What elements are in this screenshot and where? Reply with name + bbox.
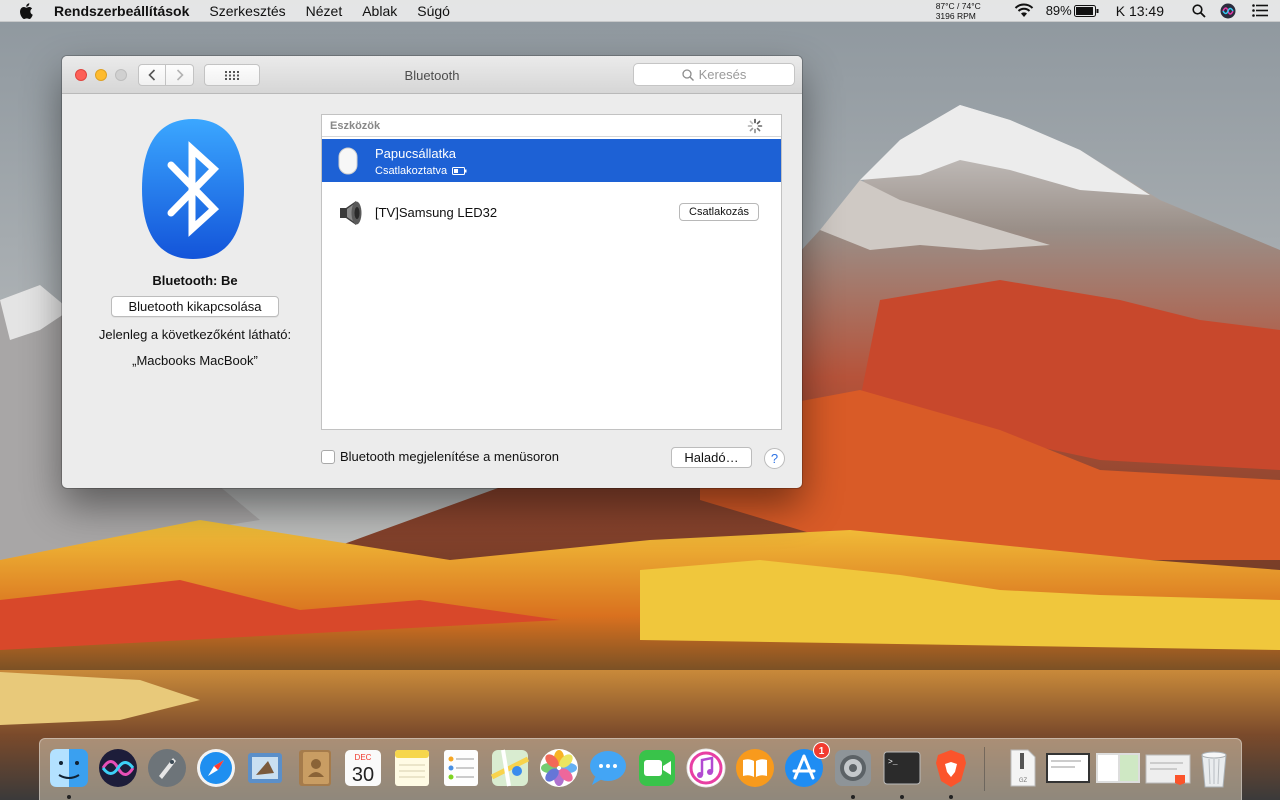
bluetooth-status: Bluetooth: Be [152,273,238,288]
advanced-button[interactable]: Haladó… [671,447,752,468]
speaker-icon [340,201,362,225]
dock: DEC 30 1 >_ GZ [39,738,1242,800]
calendar-month: DEC [355,753,372,762]
bluetooth-preferences-window: Bluetooth Keresés Bluetooth: Be Bluetoot… [62,56,802,488]
search-icon [681,68,694,81]
computer-name: „Macbooks MacBook” [132,353,258,368]
calendar-icon[interactable]: DEC 30 [342,747,384,789]
mouse-icon [338,147,358,175]
devices-header-label: Eszközök [330,120,381,132]
bluetooth-logo-icon [142,119,244,259]
menu-bar: Rendszerbeállítások Szerkesztés Nézet Ab… [0,0,1280,22]
maps-icon[interactable] [489,747,531,789]
device-status-text: Csatlakoztatva [375,165,448,177]
cpu-stats[interactable]: 87°C / 74°C 3196 RPM [936,1,1002,21]
notification-badge: 1 [813,742,830,759]
spotlight-icon[interactable] [1182,0,1216,22]
show-in-menubar-checkbox[interactable] [321,449,335,464]
running-indicator [851,795,855,799]
dock-separator [984,747,985,791]
trash-icon[interactable] [1193,747,1235,789]
search-placeholder: Keresés [698,67,747,82]
visible-as-label: Jelenleg a következőként látható: [98,327,292,342]
devices-list[interactable]: Eszközök Papucsállatka Csatlakoztatva [T… [321,114,782,430]
device-row-selected[interactable]: Papucsállatka Csatlakoztatva [322,139,781,182]
svg-text:GZ: GZ [1019,778,1028,784]
apple-menu-icon[interactable] [0,0,52,22]
title-bar[interactable]: Bluetooth Keresés [62,56,802,94]
svg-text:>_: >_ [888,758,898,767]
ibooks-icon[interactable] [734,747,776,789]
contacts-icon[interactable] [293,747,335,789]
cpu-temps: 87°C / 74°C [935,0,981,11]
help-button[interactable]: ? [764,448,785,469]
window-thumbnail-icon[interactable] [1145,747,1191,789]
loading-spinner-icon [747,118,763,134]
safari-icon[interactable] [195,747,237,789]
battery-icon [452,167,467,175]
show-in-menubar-label: Bluetooth megjelenítése a menüsoron [340,449,559,464]
launchpad-icon[interactable] [146,747,188,789]
messages-icon[interactable] [587,747,629,789]
search-input[interactable]: Keresés [633,63,795,86]
fan-speed: 3196 RPM [935,10,976,21]
running-indicator [949,795,953,799]
window-thumbnail-icon[interactable] [1095,747,1141,789]
reminders-icon[interactable] [440,747,482,789]
running-indicator [67,795,71,799]
brave-icon[interactable] [930,747,972,789]
menu-view[interactable]: Nézet [296,0,353,22]
photos-icon[interactable] [538,747,580,789]
finder-icon[interactable] [48,747,90,789]
menu-app-name[interactable]: Rendszerbeállítások [52,0,199,22]
battery-icon[interactable] [1072,0,1102,22]
app-store-icon[interactable]: 1 [783,742,830,789]
device-row[interactable]: [TV]Samsung LED32 Csatlakozás [322,191,781,235]
system-preferences-icon[interactable] [832,747,874,789]
battery-percent[interactable]: 89% [1046,3,1072,18]
running-indicator [900,795,904,799]
devices-header: Eszközök [322,115,781,137]
archive-icon[interactable]: GZ [1001,747,1043,789]
device-name: [TV]Samsung LED32 [375,205,498,220]
window-thumbnail-icon[interactable] [1045,747,1091,789]
menu-edit[interactable]: Szerkesztés [199,0,295,22]
device-name: Papucsállatka [375,146,456,161]
calendar-day: 30 [352,764,374,786]
itunes-icon[interactable] [685,747,727,789]
bluetooth-toggle-button[interactable]: Bluetooth kikapcsolása [111,296,279,317]
terminal-icon[interactable]: >_ [881,747,923,789]
notes-icon[interactable] [391,747,433,789]
facetime-icon[interactable] [636,747,678,789]
siri-icon[interactable] [97,747,139,789]
notification-center-icon[interactable] [1240,0,1280,22]
device-status: Csatlakoztatva [375,165,467,177]
wifi-icon[interactable] [1008,0,1040,22]
clock[interactable]: K 13:49 [1116,3,1164,19]
connect-button[interactable]: Csatlakozás [679,203,759,221]
show-in-menubar-option[interactable]: Bluetooth megjelenítése a menüsoron [321,449,559,464]
menu-help[interactable]: Súgó [407,0,460,22]
menu-window[interactable]: Ablak [352,0,407,22]
siri-icon[interactable] [1216,0,1240,22]
mail-icon[interactable] [244,747,286,789]
